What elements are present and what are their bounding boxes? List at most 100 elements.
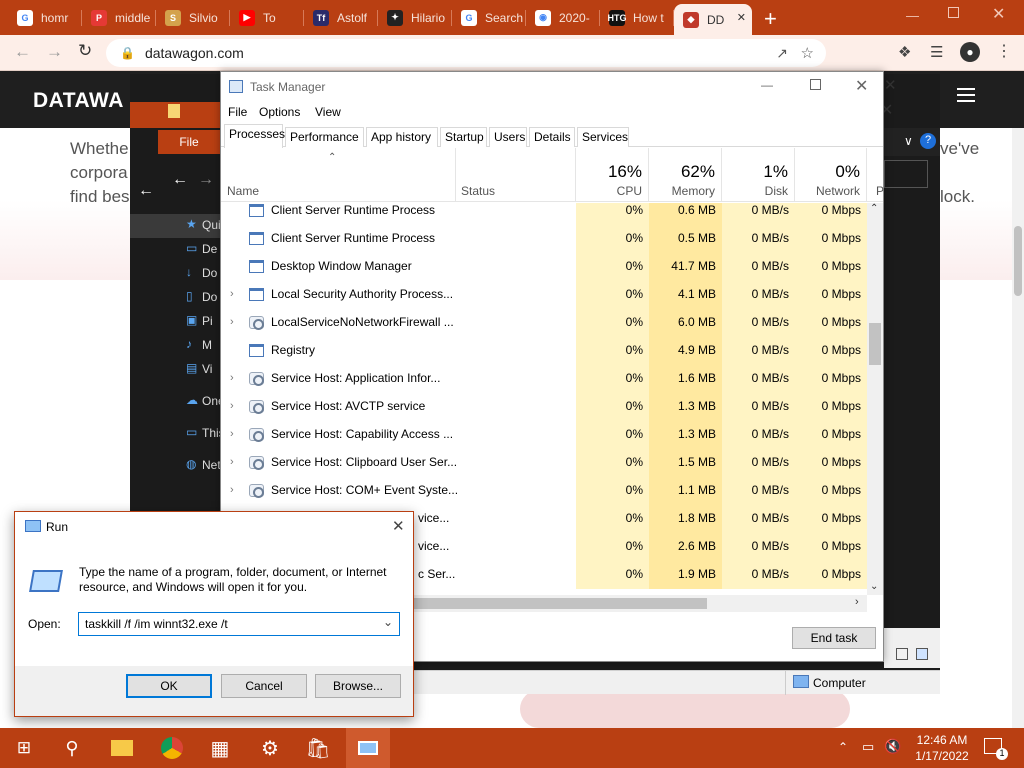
explorer-nav-item[interactable]: ▣ Pi [130, 310, 220, 332]
process-row[interactable]: › Service Host: AVCTP service 0% 1.3 MB 0 MB… [221, 393, 867, 421]
process-row[interactable]: Client Server Runtime Process 0% 0.5 MB 0 M… [221, 225, 867, 253]
browser-tab[interactable]: Tf Astolf [304, 4, 378, 31]
column-power-label[interactable]: P [876, 184, 884, 198]
tab-performance[interactable]: Performance [285, 127, 364, 147]
show-hidden-icons-chevron-icon[interactable]: ⌃ [838, 740, 848, 754]
explorer-nav-item[interactable]: ♪ M [130, 334, 220, 356]
volume-muted-icon[interactable]: 🔇 [884, 738, 901, 755]
run-titlebar[interactable]: Run ✕ [15, 512, 413, 542]
site-logo[interactable]: DATAWA [33, 89, 124, 113]
restore-window-icon[interactable] [948, 7, 959, 18]
browser-tab[interactable]: G Search [452, 4, 526, 31]
maximize-icon[interactable] [810, 79, 821, 90]
tab-startup[interactable]: Startup [440, 127, 487, 147]
run-taskbar-icon[interactable] [346, 728, 390, 768]
explorer-nav-item[interactable]: ☁ One [130, 390, 225, 412]
bookmark-star-icon[interactable]: ☆ [801, 44, 814, 62]
process-row[interactable]: › Service Host: Clipboard User Ser... 0% 1.… [221, 449, 867, 477]
new-tab-icon[interactable]: + [764, 6, 777, 32]
column-memory[interactable]: 62% Memory [649, 148, 722, 202]
page-scrollbar-thumb[interactable] [1014, 226, 1022, 296]
close-tab-icon[interactable]: ✕ [737, 11, 746, 24]
explorer-nav-item[interactable]: ◍ Net [130, 454, 221, 476]
minimize-window-icon[interactable]: — [906, 8, 919, 23]
browser-tab[interactable]: ◉ 2020- [526, 4, 600, 31]
column-name[interactable]: Name [221, 148, 456, 202]
scroll-right-icon[interactable]: › [855, 596, 859, 608]
explorer-nav-item[interactable]: ★ Qui [130, 214, 221, 236]
explorer-nav-item[interactable]: ▭ This [130, 422, 225, 444]
browser-tab[interactable]: Pmiddle [82, 4, 156, 31]
process-row[interactable]: Registry 0% 4.9 MB 0 MB/s 0 Mbps [221, 337, 867, 365]
large-icons-view-icon[interactable] [916, 648, 928, 660]
explorer-nav-item[interactable]: ▭ De [130, 238, 220, 260]
address-bar[interactable]: 🔒 datawagon.com ↗ ☆ [106, 39, 826, 67]
browser-tab[interactable]: ✦ Hilario [378, 4, 452, 31]
explorer-search-box[interactable] [884, 160, 928, 188]
expand-chevron-icon[interactable]: › [230, 316, 234, 328]
chrome-icon[interactable] [160, 736, 184, 760]
page-scrollbar[interactable] [1012, 128, 1024, 728]
process-row[interactable]: › Local Security Authority Process... 0% 4.… [221, 281, 867, 309]
tab-processes[interactable]: Processes [224, 124, 285, 148]
chevron-down-icon[interactable]: ⌄ [383, 615, 393, 629]
expand-chevron-icon[interactable]: › [230, 288, 234, 300]
hamburger-menu-icon[interactable] [957, 88, 975, 90]
start-windows-icon[interactable]: ⊞ [12, 736, 36, 760]
expand-chevron-icon[interactable]: › [230, 400, 234, 412]
process-row[interactable]: Desktop Window Manager 0% 41.7 MB 0 MB/s 0 M… [221, 253, 867, 281]
process-row[interactable]: Client Server Runtime Process 0% 0.6 MB 0 M… [221, 203, 867, 225]
tab-details[interactable]: Details [529, 127, 575, 147]
open-input[interactable]: taskkill /f /im winnt32.exe /t [85, 617, 228, 631]
expand-chevron-icon[interactable]: › [230, 428, 234, 440]
vscroll-thumb[interactable] [869, 323, 881, 365]
explorer-nav-item[interactable]: ↓ Do [130, 262, 220, 284]
menu-file[interactable]: File [228, 105, 247, 119]
forward-icon[interactable]: → [198, 171, 214, 189]
settings-gear-icon[interactable]: ⚙ [258, 736, 282, 760]
open-combobox[interactable]: taskkill /f /im winnt32.exe /t ⌄ [78, 612, 400, 636]
forward-icon[interactable]: → [46, 42, 63, 62]
explorer-nav-item[interactable]: ▯ Do [130, 286, 220, 308]
expand-chevron-icon[interactable]: › [230, 372, 234, 384]
expand-chevron-icon[interactable]: › [230, 484, 234, 496]
column-disk[interactable]: 1% Disk [722, 148, 795, 202]
ok-button[interactable]: OK [126, 674, 212, 698]
network-icon[interactable]: ▭ [862, 739, 874, 755]
clock[interactable]: 12:46 AM 1/17/2022 [914, 732, 970, 764]
menu-view[interactable]: View [315, 105, 341, 119]
process-row[interactable]: › Service Host: Capability Access ... 0% 1.… [221, 421, 867, 449]
more-menu-icon[interactable]: ⋮ [996, 41, 1012, 61]
column-cpu[interactable]: 16% CPU [576, 148, 649, 202]
media-control-icon[interactable]: ☰ [930, 43, 943, 61]
close-window-icon[interactable]: ✕ [992, 4, 1005, 24]
details-view-icon[interactable] [896, 648, 908, 660]
minimize-icon[interactable]: — [761, 78, 773, 92]
cancel-button[interactable]: Cancel [221, 674, 307, 698]
extensions-icon[interactable]: ❖ [898, 43, 911, 61]
control-panel-icon[interactable]: ▦ [208, 736, 232, 760]
chevron-down-icon[interactable]: ∨ [904, 134, 913, 148]
browser-tab[interactable]: Ghomr [8, 4, 82, 31]
scroll-down-icon[interactable]: ⌄ [870, 581, 878, 592]
expand-chevron-icon[interactable]: › [230, 456, 234, 468]
menu-options[interactable]: Options [259, 105, 300, 119]
explorer-file-menu[interactable]: File [158, 130, 220, 154]
browser-tab[interactable]: HTG How t [600, 4, 674, 31]
reload-icon[interactable]: ↻ [78, 41, 92, 61]
explorer-nav-item[interactable]: ▤ Vi [130, 358, 220, 380]
column-network[interactable]: 0% Network [795, 148, 867, 202]
file-explorer-icon[interactable] [110, 736, 134, 760]
browse-button[interactable]: Browse... [315, 674, 401, 698]
column-status[interactable]: Status [456, 148, 576, 202]
close-icon[interactable]: ✕ [392, 517, 405, 535]
back-icon[interactable]: ← [172, 171, 188, 189]
share-icon[interactable]: ↗ [776, 45, 788, 62]
task-manager-titlebar[interactable]: Task Manager — ✕ [221, 72, 883, 102]
process-row[interactable]: › Service Host: COM+ Event Syste... 0% 1.1 … [221, 477, 867, 505]
scroll-up-icon[interactable]: ⌃ [870, 203, 878, 214]
back-icon[interactable]: ← [14, 42, 31, 62]
explorer-back-arrow[interactable]: ← [138, 182, 154, 200]
profile-avatar[interactable]: ● [960, 42, 980, 62]
end-task-button[interactable]: End task [792, 627, 876, 649]
